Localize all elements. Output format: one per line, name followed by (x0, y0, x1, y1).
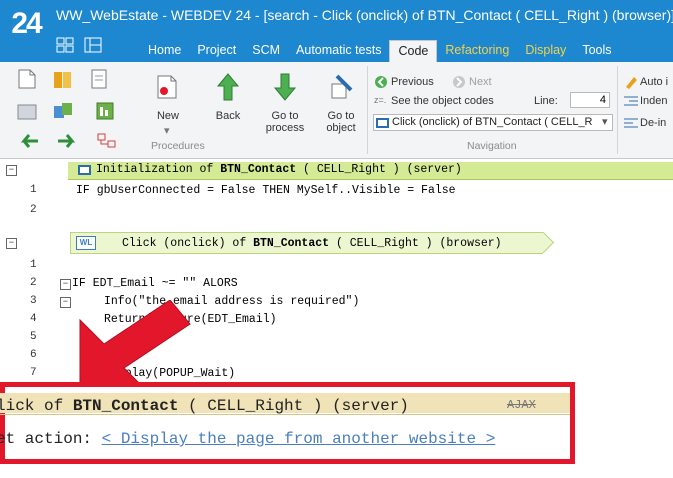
quick-access-toolbar (56, 37, 108, 57)
go-to-process-button[interactable]: Go to process (262, 110, 308, 134)
open-folder-icon[interactable] (52, 68, 74, 90)
line-number: 1 (30, 259, 37, 271)
event-icon (78, 165, 91, 175)
new-dropdown-chevron-icon[interactable]: ▾ (164, 124, 170, 137)
de-indent-icon[interactable] (624, 117, 638, 129)
line-number: 1 (30, 184, 37, 196)
new-procedure-icon[interactable] (155, 74, 179, 100)
hierarchy-icon[interactable] (96, 132, 118, 150)
navigation-group-label: Navigation (467, 140, 517, 152)
line-number: 6 (30, 349, 37, 361)
indent-icon[interactable] (624, 95, 638, 107)
tab-automatic-tests[interactable]: Automatic tests (288, 40, 389, 62)
line-number: 4 (30, 313, 37, 325)
callout-action-row: et action: < Display the page from anoth… (0, 430, 496, 448)
component-icon[interactable] (52, 100, 76, 122)
line-label: Line: (534, 95, 558, 107)
grid-icon[interactable] (56, 37, 76, 55)
code-token: IF EDT_Email ~= "" ALORS (72, 277, 238, 290)
next-button[interactable]: Next (469, 76, 492, 88)
window-icon[interactable] (16, 100, 38, 122)
de-indent-button[interactable]: De-in (640, 117, 666, 129)
page-icon[interactable] (88, 68, 110, 90)
app-logo: 24 (11, 7, 42, 40)
tab-refactoring[interactable]: Refactoring (437, 40, 517, 62)
tab-display[interactable]: Display (517, 40, 574, 62)
auto-button[interactable]: Auto i (640, 76, 668, 88)
ribbon-separator (617, 66, 618, 154)
ribbon-tabs: Home Project SCM Automatic tests Code Re… (140, 40, 620, 63)
auto-format-icon[interactable] (624, 75, 638, 89)
object-codes-icon: z=. (374, 95, 387, 105)
section-title: Initialization of BTN_Contact ( CELL_Rig… (96, 163, 462, 176)
see-object-codes-button[interactable]: See the object codes (391, 95, 494, 107)
collapse-toggle-icon[interactable]: − (6, 238, 17, 249)
tab-home[interactable]: Home (140, 40, 189, 62)
event-selector-combo[interactable]: Click (onclick) of BTN_Contact ( CELL_R (373, 114, 613, 131)
tab-tools[interactable]: Tools (574, 40, 619, 62)
tab-code[interactable]: Code (389, 40, 438, 63)
go-to-object-icon[interactable] (329, 72, 355, 102)
line-number-input[interactable]: 4 (570, 92, 610, 108)
back-button[interactable]: Back (208, 110, 248, 122)
new-document-icon[interactable] (16, 68, 38, 90)
collapse-toggle-icon[interactable]: − (60, 279, 71, 290)
line-number: 7 (30, 367, 37, 379)
previous-icon[interactable] (374, 75, 388, 89)
display-page-link[interactable]: < Display the page from another website … (102, 430, 496, 448)
forward-arrow-icon[interactable] (56, 132, 80, 150)
tab-project[interactable]: Project (189, 40, 244, 62)
wl-badge: WL (76, 236, 96, 250)
tab-scm[interactable]: SCM (244, 40, 288, 62)
procedures-group-label: Procedures (151, 140, 205, 152)
indent-button[interactable]: Inden (640, 95, 668, 107)
layout-icon[interactable] (84, 37, 104, 55)
section-title: Click (onclick) of BTN_Contact ( CELL_Ri… (122, 237, 502, 250)
event-icon (376, 118, 389, 128)
go-to-object-button[interactable]: Go to object (320, 110, 362, 134)
previous-button[interactable]: Previous (391, 76, 434, 88)
ajax-toggle[interactable]: AJAX (507, 398, 536, 412)
line-number: 2 (30, 277, 37, 289)
code-token: IF gbUserConnected = False THEN MySelf..… (76, 184, 456, 197)
next-icon[interactable] (452, 75, 466, 89)
go-to-process-icon[interactable] (272, 72, 298, 102)
line-number: 3 (30, 295, 37, 307)
back-arrow-icon[interactable] (16, 132, 40, 150)
event-dropdown-chevron-icon[interactable]: ▾ (602, 115, 608, 128)
window-title: WW_WebEstate - WEBDEV 24 - [search - Cli… (56, 7, 673, 23)
ribbon-separator (367, 66, 368, 154)
line-number: 5 (30, 331, 37, 343)
line-number: 2 (30, 204, 37, 216)
back-icon[interactable] (215, 72, 241, 102)
report-icon[interactable] (94, 100, 116, 122)
code-line[interactable]: IF EDT_Email ~= "" ALORS (72, 277, 238, 290)
collapse-toggle-icon[interactable]: − (6, 165, 17, 176)
new-button[interactable]: New (150, 110, 186, 122)
callout-event-title: lick of BTN_Contact ( CELL_Right ) (serv… (0, 397, 409, 415)
code-line[interactable]: IF gbUserConnected = False THEN MySelf..… (76, 184, 456, 197)
